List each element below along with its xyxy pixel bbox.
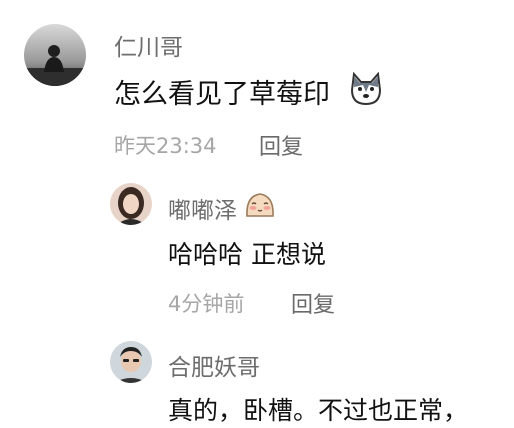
comment-text: 怎么看见了草莓印	[114, 79, 330, 110]
blush-face-icon	[244, 190, 276, 218]
comment-text: 真的，卧槽。不过也正常，	[168, 396, 469, 425]
reply-button[interactable]: 回复	[259, 129, 303, 161]
comment-username[interactable]: 合肥妖哥	[168, 348, 260, 382]
comment-username[interactable]: 仁川哥	[114, 28, 183, 62]
avatar[interactable]	[110, 341, 152, 383]
comment-text: 哈哈哈 正想说	[168, 240, 326, 269]
husky-dog-icon	[348, 72, 384, 106]
comment-username[interactable]: 嘟嘟泽	[168, 191, 237, 225]
comment-timestamp: 昨天23:34	[114, 134, 217, 158]
avatar[interactable]	[110, 183, 152, 225]
comment-timestamp: 4分钟前	[168, 292, 245, 316]
avatar[interactable]	[24, 24, 86, 86]
reply-button[interactable]: 回复	[291, 287, 335, 319]
